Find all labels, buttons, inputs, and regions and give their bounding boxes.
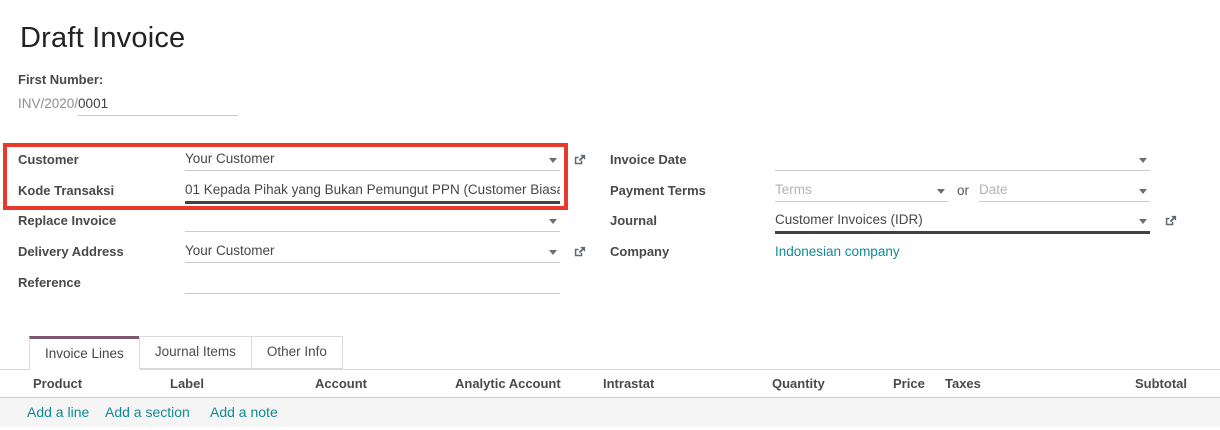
chevron-down-icon[interactable] [549, 158, 557, 163]
field-row-reference: Reference [18, 272, 560, 294]
delivery-address-label: Delivery Address [18, 241, 185, 259]
customer-input[interactable]: Your Customer [185, 149, 560, 171]
tabstrip-filler [342, 336, 1220, 370]
kode-transaksi-label: Kode Transaksi [18, 180, 185, 198]
field-row-customer: Customer Your Customer [18, 149, 560, 171]
payment-terms-label: Payment Terms [610, 180, 775, 198]
field-row-payment-terms: Payment Terms Terms or Date [610, 180, 1150, 202]
column-account: Account [315, 376, 367, 391]
sequence-prefix: INV/2020/ [18, 96, 78, 111]
external-link-icon[interactable] [572, 152, 587, 167]
column-subtotal: Subtotal [1135, 376, 1187, 391]
field-row-company: Company Indonesian company [610, 241, 1150, 259]
chevron-down-icon[interactable] [549, 219, 557, 224]
field-row-replace-invoice: Replace Invoice [18, 210, 560, 232]
or-separator: or [948, 180, 979, 198]
draft-invoice-form: Draft Invoice First Number: INV/2020/ 00… [0, 0, 1220, 430]
first-number-label: First Number: [18, 72, 103, 87]
field-row-invoice-date: Invoice Date [610, 149, 1150, 171]
reference-label: Reference [18, 272, 185, 290]
invoice-date-label: Invoice Date [610, 149, 775, 167]
field-row-delivery-address: Delivery Address Your Customer [18, 241, 560, 263]
column-intrastat: Intrastat [603, 376, 654, 391]
kode-transaksi-input[interactable]: 01 Kepada Pihak yang Bukan Pemungut PPN … [185, 180, 560, 204]
tab-other-info[interactable]: Other Info [251, 336, 343, 369]
field-row-journal: Journal Customer Invoices (IDR) [610, 210, 1150, 234]
column-label: Label [170, 376, 204, 391]
external-link-icon[interactable] [1163, 213, 1178, 228]
chevron-down-icon[interactable] [549, 250, 557, 255]
company-label: Company [610, 241, 775, 259]
payment-terms-input[interactable]: Terms [775, 180, 948, 202]
column-product: Product [33, 376, 82, 391]
invoice-date-input[interactable] [775, 149, 1150, 171]
customer-label: Customer [18, 149, 185, 167]
journal-input[interactable]: Customer Invoices (IDR) [775, 210, 1150, 234]
field-row-kode-transaksi: Kode Transaksi 01 Kepada Pihak yang Buka… [18, 180, 560, 204]
tabstrip-spacer [0, 336, 29, 369]
column-analytic-account: Analytic Account [455, 376, 561, 391]
reference-input[interactable] [185, 272, 560, 294]
tab-journal-items[interactable]: Journal Items [139, 336, 252, 369]
sequence-number-input[interactable]: 0001 [78, 96, 238, 116]
page-title: Draft Invoice [20, 22, 185, 55]
add-row-strip: Add a line Add a section Add a note [0, 398, 1220, 427]
tab-invoice-lines[interactable]: Invoice Lines [29, 336, 140, 370]
payment-date-input[interactable]: Date [979, 180, 1150, 202]
sequence-line: INV/2020/ 0001 [18, 96, 238, 116]
journal-label: Journal [610, 210, 775, 228]
chevron-down-icon[interactable] [937, 189, 945, 194]
notebook-tabs: Invoice Lines Journal Items Other Info [0, 336, 1220, 370]
column-quantity: Quantity [772, 376, 825, 391]
add-section-link[interactable]: Add a section [105, 404, 190, 420]
chevron-down-icon[interactable] [1139, 189, 1147, 194]
chevron-down-icon[interactable] [1139, 158, 1147, 163]
add-line-link[interactable]: Add a line [27, 404, 89, 420]
column-price: Price [893, 376, 925, 391]
chevron-down-icon[interactable] [1139, 219, 1147, 224]
invoice-lines-header: Product Label Account Analytic Account I… [0, 371, 1220, 398]
column-taxes: Taxes [945, 376, 981, 391]
delivery-address-input[interactable]: Your Customer [185, 241, 560, 263]
company-link[interactable]: Indonesian company [775, 241, 900, 259]
external-link-icon[interactable] [572, 244, 587, 259]
replace-invoice-input[interactable] [185, 210, 560, 232]
replace-invoice-label: Replace Invoice [18, 210, 185, 228]
add-note-link[interactable]: Add a note [210, 404, 278, 420]
